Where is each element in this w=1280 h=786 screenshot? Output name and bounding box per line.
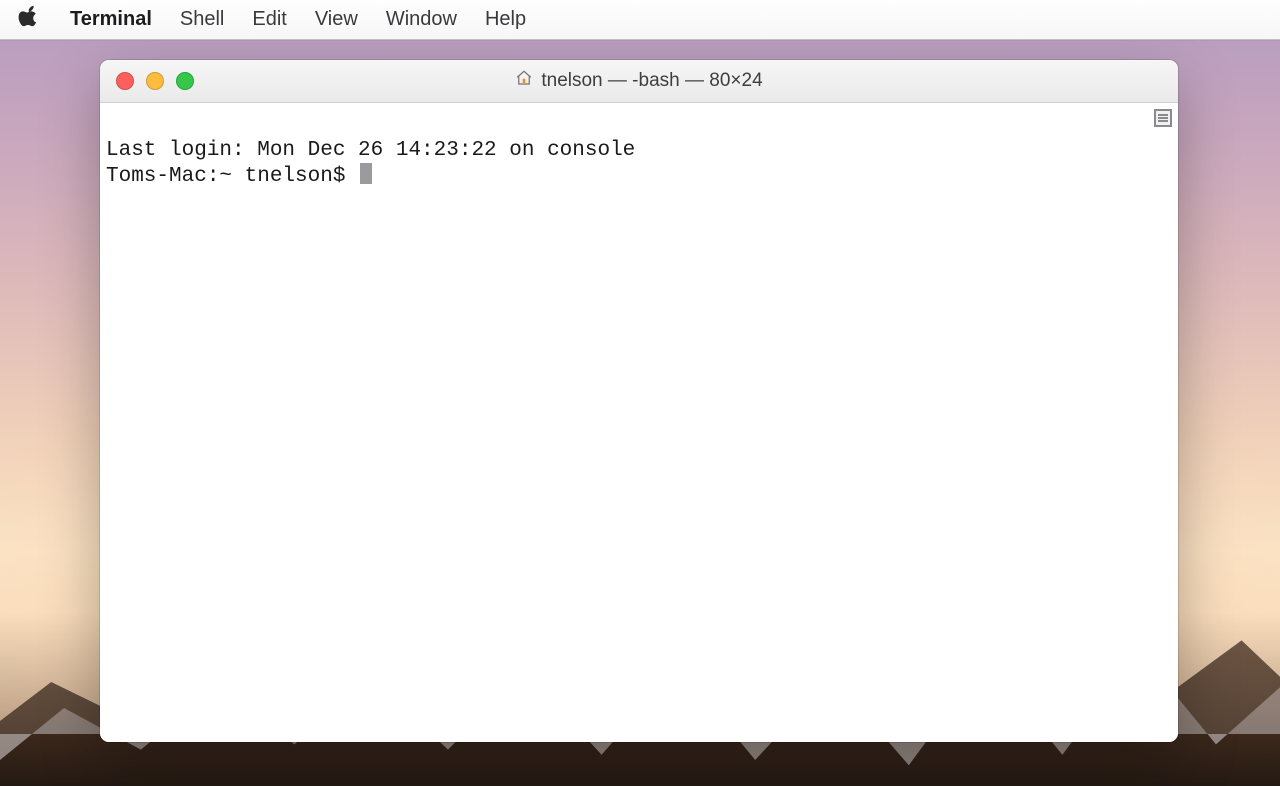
menu-shell[interactable]: Shell [166, 8, 238, 31]
menu-help[interactable]: Help [471, 8, 540, 31]
terminal-prompt: Toms-Mac:~ tnelson$ [106, 165, 358, 188]
zoom-button[interactable] [176, 72, 194, 90]
menu-window[interactable]: Window [372, 8, 471, 31]
scroll-indicator-icon[interactable] [1154, 109, 1172, 127]
apple-menu[interactable] [18, 5, 42, 35]
text-cursor [360, 163, 372, 184]
macos-menu-bar: Terminal Shell Edit View Window Help [0, 0, 1280, 40]
menu-edit[interactable]: Edit [238, 8, 300, 31]
window-title: tnelson — -bash — 80×24 [515, 69, 762, 93]
menu-view[interactable]: View [301, 8, 372, 31]
window-title-text: tnelson — -bash — 80×24 [541, 70, 762, 92]
menubar-divider [0, 39, 1280, 41]
menu-terminal[interactable]: Terminal [64, 8, 166, 31]
terminal-viewport[interactable]: Last login: Mon Dec 26 14:23:22 on conso… [100, 103, 1178, 742]
desktop-background: Terminal Shell Edit View Window Help [0, 0, 1280, 786]
close-button[interactable] [116, 72, 134, 90]
home-icon [515, 69, 533, 93]
window-titlebar[interactable]: tnelson — -bash — 80×24 [100, 60, 1178, 103]
minimize-button[interactable] [146, 72, 164, 90]
apple-logo-icon [18, 5, 42, 35]
window-traffic-lights [100, 60, 194, 102]
terminal-line-last-login: Last login: Mon Dec 26 14:23:22 on conso… [106, 139, 635, 162]
terminal-window: tnelson — -bash — 80×24 Last login: Mon … [100, 60, 1178, 742]
